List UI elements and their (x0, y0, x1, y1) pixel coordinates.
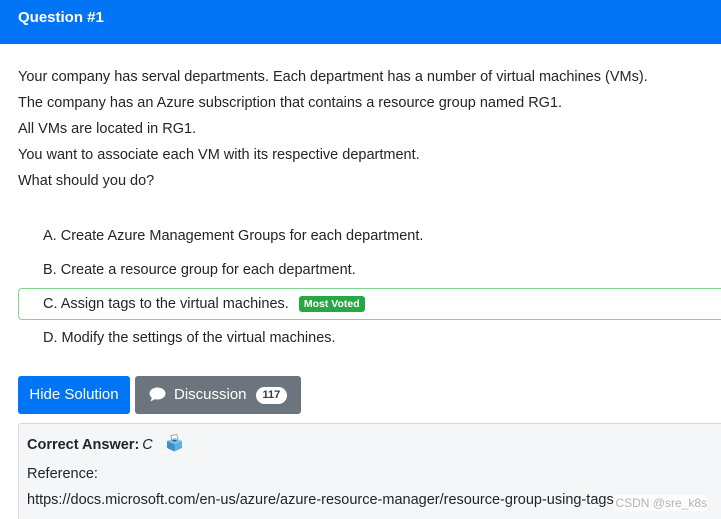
correct-answer-value: C (142, 437, 153, 453)
choice-c-text: C. Assign tags to the virtual machines. (43, 296, 289, 312)
question-line: Your company has serval departments. Eac… (18, 69, 648, 85)
choice-d-text: D. Modify the settings of the virtual ma… (43, 330, 336, 346)
hide-solution-button[interactable]: Hide Solution (18, 376, 130, 414)
choice-a[interactable]: A. Create Azure Management Groups for ea… (18, 220, 721, 252)
choice-b[interactable]: B. Create a resource group for each depa… (18, 254, 721, 286)
question-line: All VMs are located in RG1. (18, 121, 197, 137)
question-header: Question #1 (0, 0, 721, 44)
question-line: The company has an Azure subscription th… (18, 95, 563, 111)
question-body: Your company has serval departments. Eac… (18, 64, 708, 194)
watermark: CSDN @sre_k8s (615, 495, 707, 511)
question-line: You want to associate each VM with its r… (18, 147, 420, 163)
choice-b-text: B. Create a resource group for each depa… (43, 262, 356, 278)
choices-list: A. Create Azure Management Groups for ea… (18, 220, 721, 356)
correct-answer-label: Correct Answer: (27, 437, 140, 453)
question-title: Question #1 (18, 9, 104, 26)
choice-a-text: A. Create Azure Management Groups for ea… (43, 228, 424, 244)
chat-bubble-icon (149, 379, 166, 417)
discussion-label: Discussion (174, 386, 247, 403)
discussion-count-badge: 117 (255, 387, 288, 404)
choice-d[interactable]: D. Modify the settings of the virtual ma… (18, 322, 721, 354)
reference-label: Reference: (27, 466, 98, 482)
ballot-box-icon (165, 433, 184, 461)
choice-c[interactable]: C. Assign tags to the virtual machines. … (18, 288, 721, 320)
discussion-button[interactable]: Discussion 117 (135, 376, 301, 414)
most-voted-badge: Most Voted (298, 296, 365, 312)
question-line: What should you do? (18, 173, 155, 189)
hide-solution-label: Hide Solution (29, 386, 119, 403)
